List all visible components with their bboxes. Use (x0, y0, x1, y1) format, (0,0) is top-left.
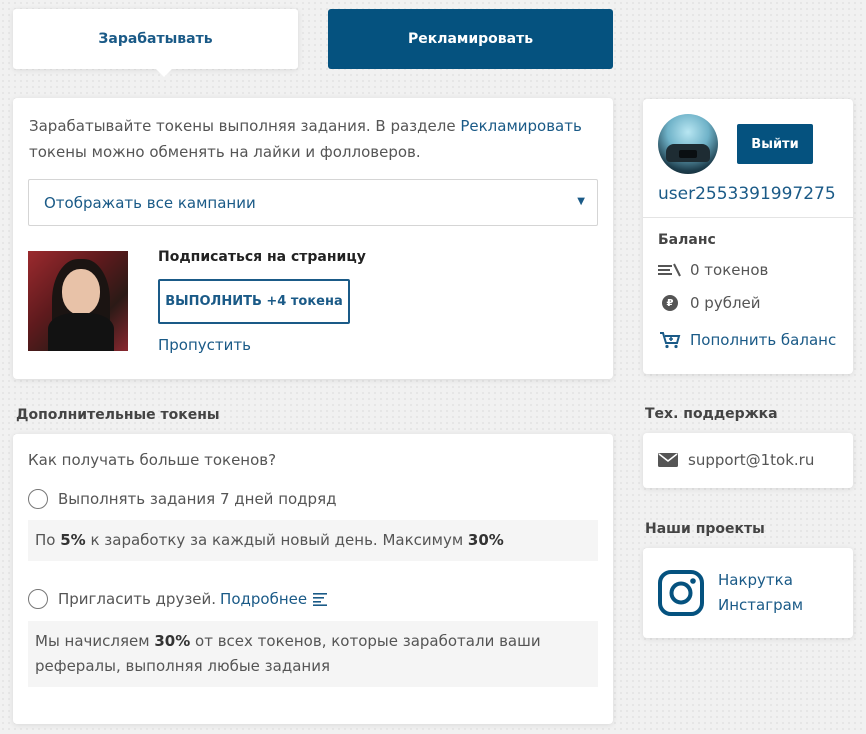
option-invite[interactable]: Пригласить друзей. Подробнее (28, 589, 328, 609)
support-card: support@1tok.ru (643, 433, 853, 488)
task-title: Подписаться на страницу (158, 249, 366, 265)
complete-task-button[interactable]: ВЫПОЛНИТЬ +4 токена (158, 279, 350, 324)
note-invite: Мы начисляем 30% от всех токенов, которы… (28, 621, 598, 687)
task-image (28, 251, 128, 351)
projects-title: Наши проекты (645, 521, 765, 537)
extra-tokens-title: Дополнительные токены (16, 407, 220, 423)
advertise-link[interactable]: Рекламировать (460, 117, 582, 135)
task-card: Зарабатывайте токены выполняя задания. В… (13, 98, 613, 379)
divider (643, 217, 853, 218)
logout-button[interactable]: Выйти (737, 124, 813, 164)
rubles-row: ₽ 0 рублей (658, 294, 761, 312)
extra-question: Как получать больше токенов? (28, 451, 277, 469)
note-streak: По 5% к заработку за каждый новый день. … (28, 520, 598, 561)
skip-link[interactable]: Пропустить (158, 336, 251, 354)
instagram-link[interactable]: Накрутка Инстаграм (718, 568, 803, 618)
projects-card: Накрутка Инстаграм (643, 548, 853, 638)
intro-text: Зарабатывайте токены выполняя задания. В… (29, 117, 582, 161)
option-streak[interactable]: Выполнять задания 7 дней подряд (28, 489, 336, 509)
avatar (658, 114, 718, 174)
support-title: Тех. поддержка (645, 406, 778, 422)
text-lines-icon (313, 593, 328, 606)
support-email-row[interactable]: support@1tok.ru (658, 451, 814, 469)
tab-earn[interactable]: Зарабатывать (13, 9, 298, 77)
instagram-icon (658, 570, 704, 616)
topup-link[interactable]: Пополнить баланс (690, 331, 836, 349)
mail-icon (658, 453, 678, 467)
tokens-row: 0 токенов (658, 261, 768, 279)
chevron-down-icon: ▼ (577, 196, 585, 207)
radio-streak[interactable] (28, 489, 48, 509)
extra-tokens-card: Как получать больше токенов? Выполнять з… (13, 434, 613, 724)
balance-title: Баланс (658, 232, 716, 248)
more-link[interactable]: Подробнее (220, 590, 307, 608)
radio-invite[interactable] (28, 589, 48, 609)
topup-row[interactable]: Пополнить баланс (658, 331, 836, 349)
tokens-icon (658, 261, 682, 279)
profile-card: Выйти user2553391997275 Баланс 0 токенов… (643, 99, 853, 374)
campaign-select[interactable]: Отображать все кампании ▼ (28, 179, 598, 226)
username[interactable]: user2553391997275 (658, 184, 836, 204)
tab-advertise[interactable]: Рекламировать (328, 9, 613, 69)
ruble-icon: ₽ (662, 295, 678, 311)
cart-icon (658, 331, 682, 349)
